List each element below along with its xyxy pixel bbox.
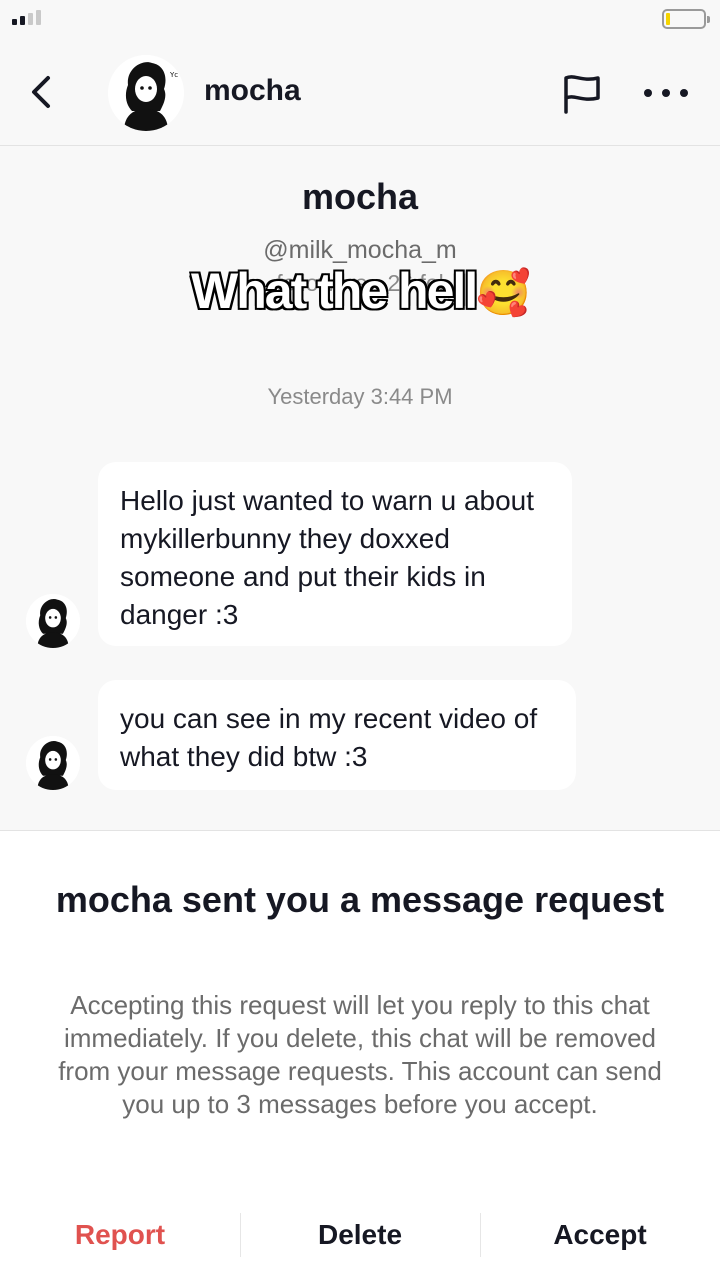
more-options-button[interactable]	[644, 78, 688, 108]
avatar[interactable]: Yc	[108, 55, 184, 131]
profile-handle: @milk_mocha_m	[263, 236, 457, 264]
signal-strength-icon	[12, 10, 41, 25]
message-bubble[interactable]: Hello just wanted to warn u about mykill…	[98, 462, 572, 646]
status-bar	[0, 0, 720, 40]
accept-button[interactable]: Accept	[480, 1207, 720, 1263]
sender-avatar[interactable]	[26, 736, 80, 790]
message-bubble[interactable]: you can see in my recent video of what t…	[98, 680, 576, 790]
sender-avatar[interactable]	[26, 594, 80, 648]
message-timestamp: Yesterday 3:44 PM	[267, 384, 453, 409]
ellipsis-icon	[644, 89, 652, 97]
chevron-left-icon	[32, 76, 50, 108]
avatar-image	[26, 594, 80, 648]
avatar-image	[26, 736, 80, 790]
back-button[interactable]	[22, 70, 62, 114]
report-button[interactable]: Report	[0, 1207, 240, 1263]
report-flag-button[interactable]	[560, 72, 604, 116]
delete-button[interactable]: Delete	[240, 1207, 480, 1263]
caption-text: What the hell	[190, 262, 480, 321]
contact-name[interactable]: mocha	[204, 74, 301, 108]
chat-header: Yc mocha	[0, 40, 720, 146]
video-caption-overlay: What the hell🥰	[0, 262, 720, 321]
request-title: mocha sent you a message request	[55, 879, 665, 920]
smiling-hearts-emoji: 🥰	[476, 269, 531, 318]
message-request-panel: mocha sent you a message request Accepti…	[0, 830, 720, 1280]
svg-text:Yc: Yc	[169, 71, 178, 79]
flag-icon	[564, 75, 600, 114]
request-description: Accepting this request will let you repl…	[58, 990, 662, 1119]
avatar-image: Yc	[108, 55, 184, 131]
request-actions: Report Delete Accept	[0, 1207, 720, 1263]
battery-icon	[662, 9, 710, 29]
profile-name[interactable]: mocha	[0, 176, 720, 218]
